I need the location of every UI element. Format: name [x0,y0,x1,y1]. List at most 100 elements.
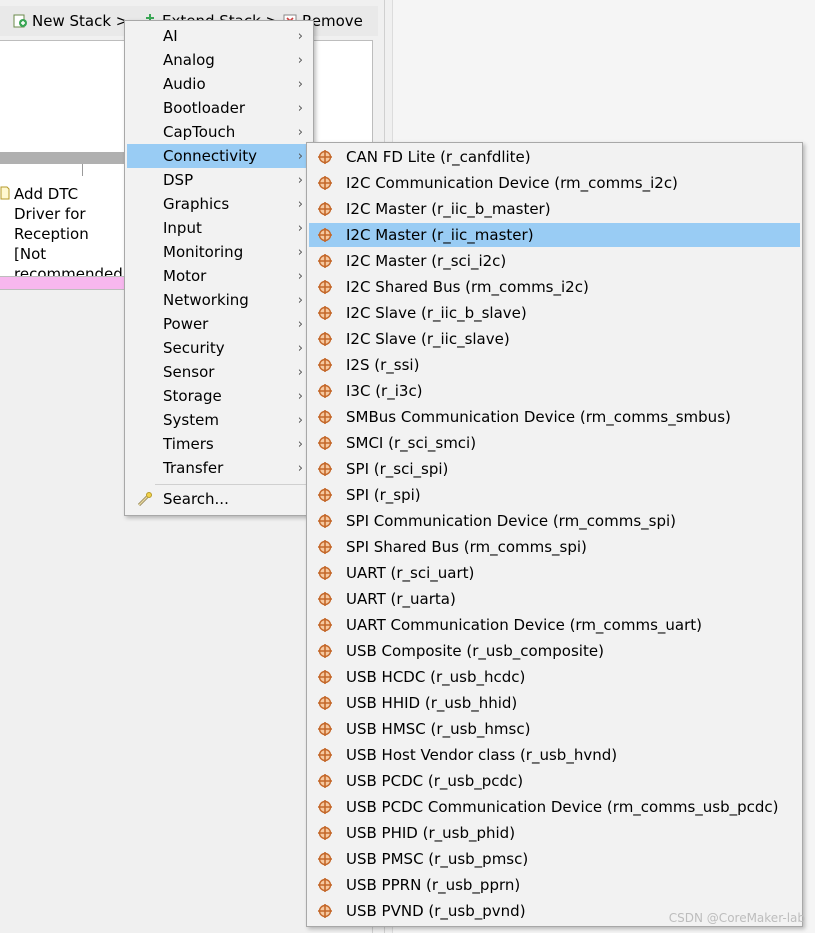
component-item-usb-pmsc-r-usb-pmsc[interactable]: USB PMSC (r_usb_pmsc) [309,847,800,871]
component-item-label: I2C Communication Device (rm_comms_i2c) [346,174,678,192]
component-item-i2c-communication-device-rm-comms-i2c[interactable]: I2C Communication Device (rm_comms_i2c) [309,171,800,195]
menu-item-label: System [163,411,219,429]
component-item-uart-r-sci-uart[interactable]: UART (r_sci_uart) [309,561,800,585]
chevron-right-icon: › [297,124,303,140]
menu-item-timers[interactable]: Timers › [127,432,311,456]
component-item-uart-communication-device-rm-comms-uart[interactable]: UART Communication Device (rm_comms_uart… [309,613,800,637]
component-icon [318,618,332,632]
menu-item-label: Search... [163,490,229,508]
component-item-usb-hmsc-r-usb-hmsc[interactable]: USB HMSC (r_usb_hmsc) [309,717,800,741]
component-item-smbus-communication-device-rm-comms-smbus[interactable]: SMBus Communication Device (rm_comms_smb… [309,405,800,429]
component-item-label: UART (r_sci_uart) [346,564,475,582]
new-stack-menu: AI › Analog › Audio › Bootloader › CapTouch › Conn… [124,20,314,516]
menu-item-dsp[interactable]: DSP › [127,168,311,192]
component-item-usb-pprn-r-usb-pprn[interactable]: USB PPRN (r_usb_pprn) [309,873,800,897]
component-icon [318,176,332,190]
menu-item-power[interactable]: Power › [127,312,311,336]
menu-item-label: Transfer [163,459,224,477]
component-item-label: SPI (r_sci_spi) [346,460,449,478]
component-item-spi-communication-device-rm-comms-spi[interactable]: SPI Communication Device (rm_comms_spi) [309,509,800,533]
menu-item-audio[interactable]: Audio › [127,72,311,96]
menu-item-connectivity[interactable]: Connectivity › [127,144,311,168]
watermark: CSDN @CoreMaker-lab [668,911,805,925]
component-icon [318,202,332,216]
component-icon [318,904,332,918]
menu-separator [155,484,311,485]
component-icon [318,540,332,554]
menu-item-storage[interactable]: Storage › [127,384,311,408]
component-item-label: UART (r_uarta) [346,590,456,608]
chevron-right-icon: › [297,100,303,116]
component-icon [318,436,332,450]
component-item-label: I2C Master (r_iic_b_master) [346,200,551,218]
component-icon [318,774,332,788]
chevron-right-icon: › [297,76,303,92]
new-stack-icon [13,14,27,28]
component-item-i2c-master-r-iic-master[interactable]: I2C Master (r_iic_master) [309,223,800,247]
ruler-tick [82,164,83,176]
component-icon [318,670,332,684]
menu-item-bootloader[interactable]: Bootloader › [127,96,311,120]
component-item-label: I2S (r_ssi) [346,356,420,374]
component-item-label: USB PPRN (r_usb_pprn) [346,876,521,894]
component-item-usb-phid-r-usb-phid[interactable]: USB PHID (r_usb_phid) [309,821,800,845]
menu-item-label: Timers [163,435,214,453]
component-item-usb-hhid-r-usb-hhid[interactable]: USB HHID (r_usb_hhid) [309,691,800,715]
chevron-right-icon: › [297,172,303,188]
new-stack-button[interactable]: New Stack > [12,10,128,32]
menu-item-label: Input [163,219,202,237]
chevron-right-icon: › [297,436,303,452]
component-item-label: I2C Master (r_iic_master) [346,226,534,244]
new-stack-label: New Stack > [32,12,129,30]
component-item-label: USB PHID (r_usb_phid) [346,824,516,842]
component-item-can-fd-lite-r-canfdlite[interactable]: CAN FD Lite (r_canfdlite) [309,145,800,169]
component-item-spi-r-spi[interactable]: SPI (r_spi) [309,483,800,507]
component-item-label: USB PVND (r_usb_pvnd) [346,902,526,920]
component-item-spi-r-sci-spi[interactable]: SPI (r_sci_spi) [309,457,800,481]
menu-item-security[interactable]: Security › [127,336,311,360]
component-item-i2s-r-ssi[interactable]: I2S (r_ssi) [309,353,800,377]
component-item-label: SMCI (r_sci_smci) [346,434,477,452]
menu-item-search[interactable]: Search... [127,487,311,511]
component-item-label: CAN FD Lite (r_canfdlite) [346,148,531,166]
menu-item-label: Audio [163,75,206,93]
component-item-i2c-slave-r-iic-b-slave[interactable]: I2C Slave (r_iic_b_slave) [309,301,800,325]
menu-item-monitoring[interactable]: Monitoring › [127,240,311,264]
component-item-label: I3C (r_i3c) [346,382,423,400]
component-item-label: USB HCDC (r_usb_hcdc) [346,668,526,686]
component-item-i3c-r-i3c[interactable]: I3C (r_i3c) [309,379,800,403]
component-item-usb-composite-r-usb-composite[interactable]: USB Composite (r_usb_composite) [309,639,800,663]
stack-block-text: Add DTC Driver for Reception [Not recomm… [14,185,129,283]
component-item-label: I2C Shared Bus (rm_comms_i2c) [346,278,589,296]
menu-item-label: CapTouch [163,123,236,141]
component-item-usb-pcdc-communication-device-rm-comms-usb-pcdc[interactable]: USB PCDC Communication Device (rm_comms_… [309,795,800,819]
menu-item-captouch[interactable]: CapTouch › [127,120,311,144]
menu-item-networking[interactable]: Networking › [127,288,311,312]
menu-item-transfer[interactable]: Transfer › [127,456,311,480]
chevron-right-icon: › [297,148,303,164]
menu-item-label: Graphics [163,195,230,213]
menu-item-label: DSP [163,171,194,189]
component-item-i2c-master-r-sci-i2c[interactable]: I2C Master (r_sci_i2c) [309,249,800,273]
component-item-usb-pcdc-r-usb-pcdc[interactable]: USB PCDC (r_usb_pcdc) [309,769,800,793]
component-item-label: UART Communication Device (rm_comms_uart… [346,616,702,634]
menu-item-input[interactable]: Input › [127,216,311,240]
menu-item-ai[interactable]: AI › [127,24,311,48]
component-item-label: I2C Slave (r_iic_slave) [346,330,510,348]
component-item-usb-host-vendor-class-r-usb-hvnd[interactable]: USB Host Vendor class (r_usb_hvnd) [309,743,800,767]
menu-item-sensor[interactable]: Sensor › [127,360,311,384]
component-item-i2c-master-r-iic-b-master[interactable]: I2C Master (r_iic_b_master) [309,197,800,221]
menu-item-label: Power [163,315,209,333]
component-item-uart-r-uarta[interactable]: UART (r_uarta) [309,587,800,611]
menu-item-motor[interactable]: Motor › [127,264,311,288]
component-item-spi-shared-bus-rm-comms-spi[interactable]: SPI Shared Bus (rm_comms_spi) [309,535,800,559]
component-item-usb-hcdc-r-usb-hcdc[interactable]: USB HCDC (r_usb_hcdc) [309,665,800,689]
menu-item-analog[interactable]: Analog › [127,48,311,72]
menu-item-graphics[interactable]: Graphics › [127,192,311,216]
menu-item-system[interactable]: System › [127,408,311,432]
component-icon [318,566,332,580]
component-item-i2c-slave-r-iic-slave[interactable]: I2C Slave (r_iic_slave) [309,327,800,351]
component-item-smci-r-sci-smci[interactable]: SMCI (r_sci_smci) [309,431,800,455]
menu-item-label: Networking [163,291,249,309]
component-item-i2c-shared-bus-rm-comms-i2c[interactable]: I2C Shared Bus (rm_comms_i2c) [309,275,800,299]
